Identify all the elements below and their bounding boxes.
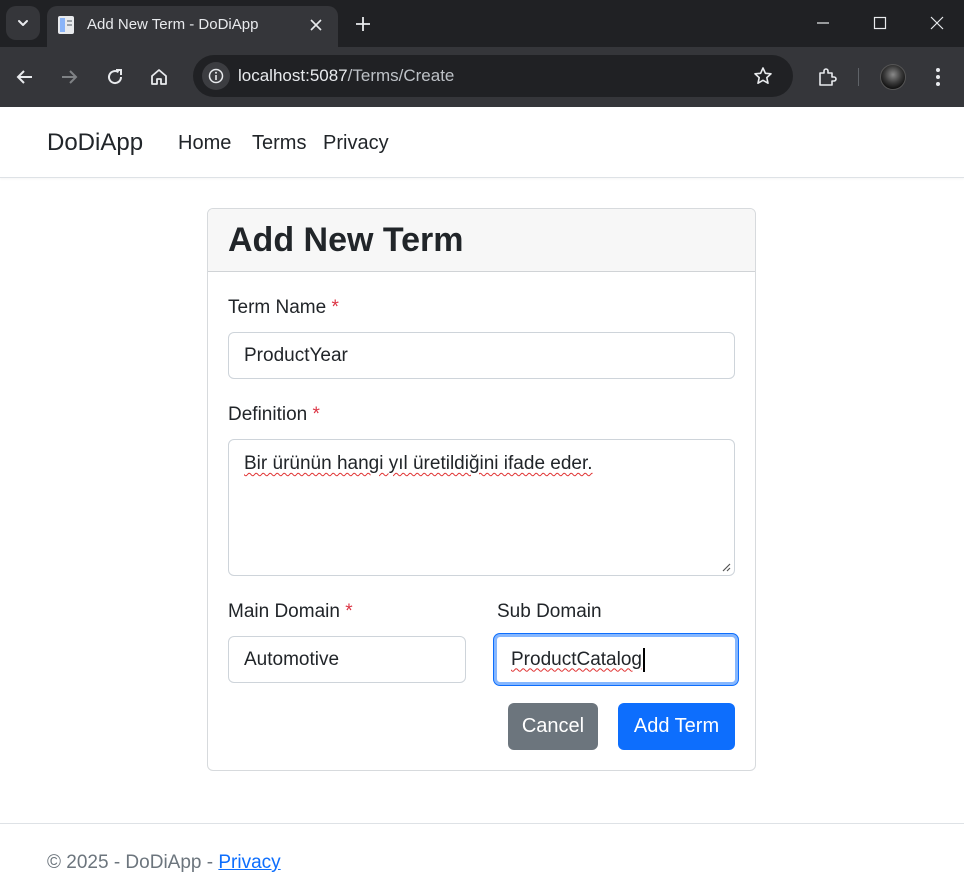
main-domain-value: Automotive (244, 648, 340, 670)
add-term-card: Add New Term Term Name * ProductYear Def… (207, 208, 756, 771)
text-caret (642, 647, 645, 672)
url-text: localhost:5087/Terms/Create (238, 66, 454, 86)
resize-grip-icon[interactable] (721, 562, 731, 572)
plus-icon (356, 17, 370, 31)
page-favicon-icon (58, 16, 74, 34)
nav-link-terms[interactable]: Terms (252, 132, 306, 155)
close-icon (930, 16, 944, 30)
info-icon (208, 68, 224, 84)
required-marker: * (312, 404, 320, 425)
add-term-button[interactable]: Add Term (618, 703, 735, 750)
minimize-button[interactable] (805, 8, 841, 38)
main-domain-input[interactable]: Automotive (228, 636, 466, 683)
tab-close-button[interactable] (305, 14, 327, 36)
main-domain-label: Main Domain * (228, 601, 353, 623)
card-header: Add New Term (208, 209, 755, 272)
bookmark-button[interactable] (751, 64, 775, 88)
close-icon (310, 19, 322, 31)
maximize-button[interactable] (862, 8, 898, 38)
address-bar[interactable]: localhost:5087/Terms/Create (193, 55, 793, 97)
term-name-label-text: Term Name (228, 297, 327, 318)
url-host: localhost:5087 (238, 66, 348, 85)
browser-tab[interactable]: Add New Term - DoDiApp (47, 6, 338, 47)
definition-label: Definition * (228, 404, 320, 426)
tab-title: Add New Term - DoDiApp (87, 16, 259, 33)
forward-button[interactable] (54, 62, 84, 92)
definition-value: Bir ürünün hangi yıl üretildiğini ifade … (244, 453, 593, 474)
copyright-text: © 2025 - DoDiApp - (47, 852, 219, 873)
brand-link[interactable]: DoDiApp (47, 129, 143, 157)
profile-avatar[interactable] (880, 64, 906, 90)
footer-privacy-link[interactable]: Privacy (218, 852, 280, 873)
main-domain-label-text: Main Domain (228, 601, 340, 622)
tab-search-button[interactable] (6, 6, 40, 40)
puzzle-icon (819, 68, 837, 86)
chevron-down-icon (18, 20, 28, 26)
arrow-left-icon (16, 70, 32, 84)
reload-button[interactable] (100, 62, 130, 92)
definition-textarea[interactable]: Bir ürünün hangi yıl üretildiğini ifade … (228, 439, 735, 576)
more-vertical-icon (936, 68, 940, 86)
sub-domain-value: ProductCatalog (511, 648, 642, 670)
star-icon (754, 67, 772, 84)
footer-text: © 2025 - DoDiApp - Privacy (47, 852, 281, 874)
window-close-button[interactable] (919, 8, 955, 38)
required-marker: * (331, 297, 339, 318)
site-footer: © 2025 - DoDiApp - Privacy (0, 823, 964, 896)
term-name-value: ProductYear (244, 344, 348, 366)
page-title: Add New Term (228, 221, 464, 259)
term-name-input[interactable]: ProductYear (228, 332, 735, 379)
maximize-icon (873, 16, 887, 30)
reload-icon (108, 69, 123, 85)
cancel-button[interactable]: Cancel (508, 703, 598, 750)
arrow-right-icon (62, 70, 78, 84)
definition-label-text: Definition (228, 404, 308, 425)
minimize-icon (817, 22, 829, 24)
back-button[interactable] (10, 62, 40, 92)
site-navbar: DoDiApp Home Terms Privacy (0, 107, 964, 178)
sub-domain-label: Sub Domain (497, 601, 602, 623)
browser-menu-button[interactable] (924, 62, 952, 92)
sub-domain-input[interactable]: ProductCatalog (494, 634, 738, 685)
home-button[interactable] (144, 62, 174, 92)
url-path: /Terms/Create (347, 66, 455, 85)
sub-domain-label-text: Sub Domain (497, 601, 602, 622)
nav-link-home[interactable]: Home (178, 132, 231, 155)
nav-link-privacy[interactable]: Privacy (323, 132, 389, 155)
term-name-label: Term Name * (228, 297, 339, 319)
browser-tabstrip: Add New Term - DoDiApp (0, 0, 964, 47)
toolbar-separator (858, 68, 859, 86)
required-marker: * (345, 601, 353, 622)
extensions-button[interactable] (812, 62, 842, 92)
new-tab-button[interactable] (350, 11, 376, 37)
site-info-button[interactable] (202, 62, 230, 90)
browser-toolbar: localhost:5087/Terms/Create (0, 47, 964, 107)
home-icon (151, 69, 167, 85)
